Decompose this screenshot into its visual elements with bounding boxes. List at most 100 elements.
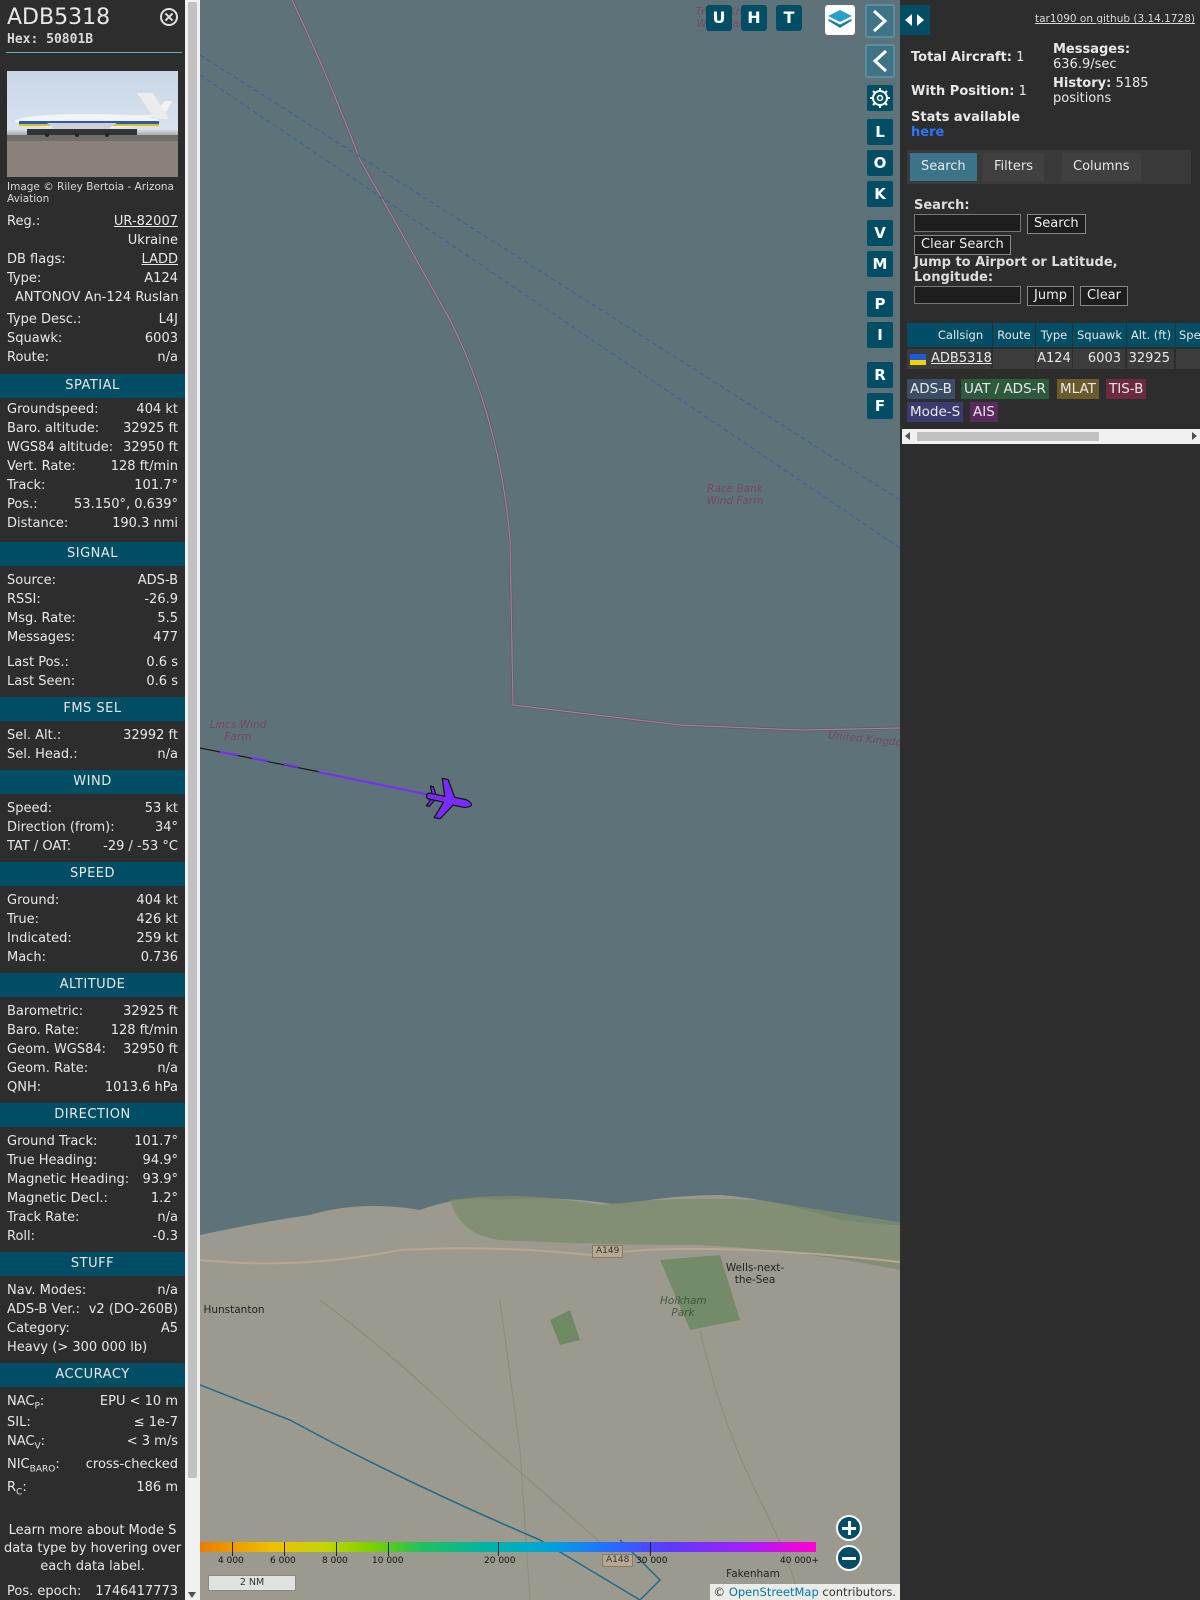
row-value: ADS-B — [137, 573, 178, 588]
map-button-o[interactable]: O — [867, 150, 893, 176]
clear-button[interactable]: Clear — [1080, 286, 1128, 306]
row-label: Geom. Rate: — [7, 1061, 89, 1076]
row-label: Sel. Alt.: — [7, 728, 62, 743]
search-button[interactable]: Search — [1027, 214, 1086, 234]
map-button-v[interactable]: V — [867, 220, 893, 246]
map-button-h[interactable]: H — [741, 5, 767, 31]
tab-columns[interactable]: Columns — [1062, 153, 1141, 181]
layers-button[interactable] — [825, 5, 855, 35]
search-label: Search: — [914, 198, 970, 213]
detail-row: Vert. Rate: 128 ft/min — [7, 458, 178, 476]
row-value: 32925 ft — [123, 421, 178, 436]
clear-search-button[interactable]: Clear Search — [914, 235, 1011, 255]
detail-row: Track: 101.7° — [7, 477, 178, 495]
total-aircraft-value: 1 — [1016, 50, 1025, 65]
section-direction: DIRECTION — [0, 1103, 185, 1127]
section-accuracy: ACCURACY — [0, 1363, 185, 1387]
col-type[interactable]: Type — [1036, 323, 1073, 347]
detail-row: Last Pos.: 0.6 s — [7, 654, 178, 672]
row-label: Sel. Head.: — [7, 747, 78, 762]
github-link[interactable]: tar1090 on github (3.14.1728) — [1035, 13, 1195, 25]
jump-button[interactable]: Jump — [1027, 286, 1074, 306]
scroll-down-arrow-icon[interactable] — [188, 1592, 196, 1598]
map-button-k[interactable]: K — [867, 181, 893, 207]
country-row: Ukraine — [7, 232, 178, 250]
db-flags-link[interactable]: LADD — [142, 251, 178, 269]
legend-label: 10 000 — [372, 1556, 404, 1566]
country-value: Ukraine — [127, 233, 178, 248]
aircraft-icon[interactable] — [422, 774, 474, 826]
scrollbar-thumb[interactable] — [188, 2, 197, 1478]
col-squawk[interactable]: Squawk — [1073, 323, 1127, 347]
row-label: RSSI: — [7, 592, 41, 607]
row-value: 477 — [153, 630, 178, 645]
cell-callsign[interactable]: ADB5318 — [929, 349, 992, 369]
map-button-p[interactable]: P — [867, 291, 893, 317]
detail-row: Pos.: 53.150°, 0.639° — [7, 496, 178, 514]
close-icon[interactable] — [160, 8, 178, 26]
cell-type: A124 — [1036, 349, 1073, 369]
right-sidebar: tar1090 on github (3.14.1728) Total Airc… — [900, 0, 1200, 1600]
hscroll-thumb[interactable] — [917, 432, 1099, 441]
jump-input[interactable] — [914, 286, 1021, 304]
collapse-left-button[interactable] — [865, 44, 895, 78]
zoom-in-button[interactable] — [836, 1515, 862, 1541]
scale-bar: 2 NM — [208, 1575, 296, 1591]
scroll-right-arrow-icon[interactable] — [1192, 432, 1197, 440]
row-label: Track Rate: — [7, 1210, 80, 1225]
tab-filters[interactable]: Filters — [983, 153, 1044, 181]
zoom-out-button[interactable] — [836, 1545, 862, 1571]
header-divider — [6, 52, 182, 53]
settings-button[interactable] — [867, 85, 893, 111]
detail-row: Ground: 404 kt — [7, 892, 178, 910]
route-label: Route: — [7, 350, 50, 365]
route-value: n/a — [157, 350, 178, 365]
col-route[interactable]: Route — [993, 323, 1036, 347]
messages-stat: Messages: 636.9/sec — [1053, 42, 1130, 72]
row-label: Source: — [7, 573, 57, 588]
legend-chip-modes: Mode-S — [907, 402, 964, 422]
town-fakenham: Fakenham — [726, 1568, 780, 1580]
tab-search[interactable]: Search — [910, 153, 977, 181]
detail-row: TAT / OAT: -29 / -53 °C — [7, 838, 178, 856]
map-button-i[interactable]: I — [867, 322, 893, 348]
toggle-sidebar-icon[interactable] — [900, 5, 930, 35]
stats-available-label: Stats available — [911, 110, 1021, 125]
map-button-m[interactable]: M — [867, 251, 893, 277]
info-scrollbar[interactable] — [185, 0, 200, 1600]
detail-row: Barometric: 32925 ft — [7, 1003, 178, 1021]
map-button-f[interactable]: F — [867, 393, 893, 419]
row-value: 0.6 s — [146, 655, 178, 670]
nacv-label: NACV: — [7, 1434, 46, 1452]
expand-right-button[interactable] — [865, 4, 895, 38]
map-label-lincs: Lincs Wind Farm — [209, 719, 267, 743]
aircraft-info-panel: ADB5318 Hex: 50801B Image © Riley Bertoi… — [0, 0, 185, 1600]
reg-link[interactable]: UR-82007 — [114, 213, 178, 231]
search-input[interactable] — [914, 214, 1021, 232]
squawk-label: Squawk: — [7, 331, 63, 346]
row-label: Pos.: — [7, 497, 38, 512]
map-button-t[interactable]: T — [776, 5, 802, 31]
scroll-left-arrow-icon[interactable] — [905, 432, 910, 440]
detail-row: Last Seen: 0.6 s — [7, 673, 178, 691]
nacv-value: < 3 m/s — [126, 1434, 178, 1449]
row-value: 94.9° — [142, 1153, 178, 1168]
legend-chip-mlat: MLAT — [1057, 379, 1099, 399]
stats-link[interactable]: here — [911, 125, 944, 140]
row-value: 53 kt — [144, 801, 178, 816]
map-button-r[interactable]: R — [867, 362, 893, 388]
row-value: 1.2° — [150, 1191, 178, 1206]
map-button-u[interactable]: U — [706, 5, 732, 31]
map-view[interactable]: Triton Knoll Wind Farm Race Bank Wind Fa… — [200, 0, 900, 1600]
table-horizontal-scrollbar[interactable] — [902, 429, 1200, 444]
map-label-holkham: Holkham Park — [660, 1295, 707, 1319]
col-callsign[interactable]: Callsign — [929, 323, 993, 347]
osm-link[interactable]: OpenStreetMap — [729, 1585, 819, 1599]
map-button-l[interactable]: L — [867, 119, 893, 145]
aircraft-photo[interactable] — [7, 71, 178, 177]
row-label: Baro. altitude: — [7, 421, 100, 436]
legend-label: 30 000 — [636, 1556, 668, 1566]
row-value: 101.7° — [134, 478, 178, 493]
col-altitude[interactable]: Alt. (ft) — [1127, 323, 1176, 347]
col-speed[interactable]: Spe — [1176, 323, 1200, 347]
